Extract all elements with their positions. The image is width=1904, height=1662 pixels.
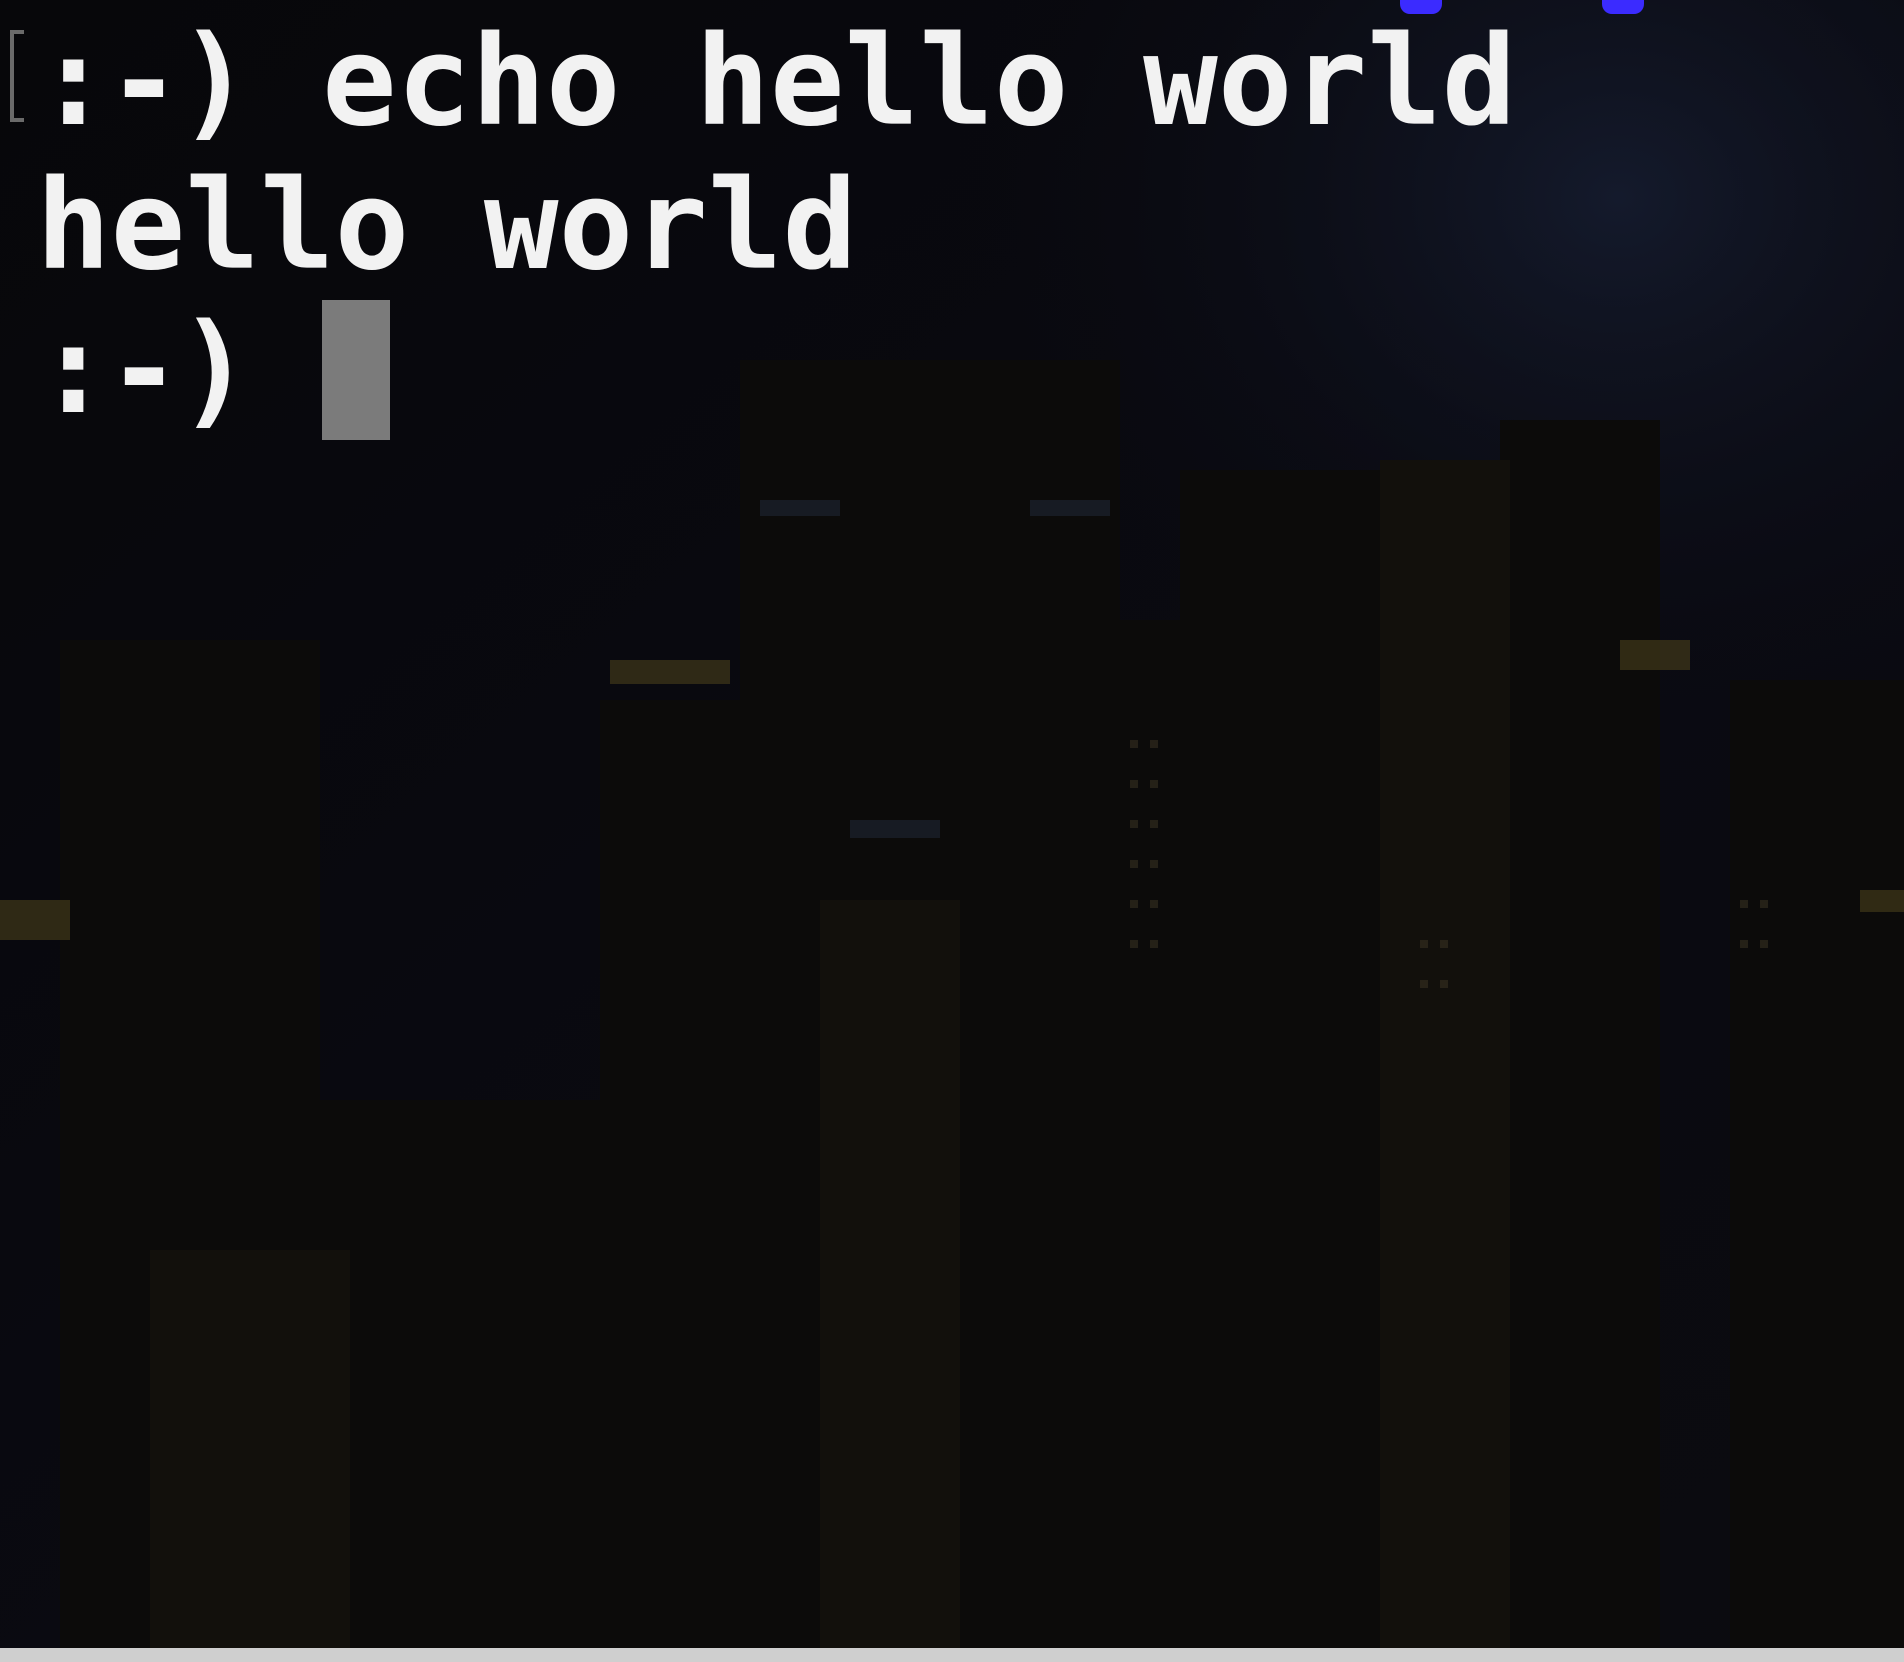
terminal-line: :-) echo hello world [36,10,1516,154]
shell-prompt: :-) [36,10,252,154]
text-cursor [321,300,390,440]
terminal-line: hello world [36,154,857,298]
command-output: hello world [36,154,858,298]
command-text: echo hello world [321,10,1517,154]
window-bottom-edge [0,1648,1904,1662]
terminal-output[interactable]: :-) echo hello world hello world :-) [0,0,1904,720]
terminal-line[interactable]: :-) [36,298,390,442]
terminal-window[interactable]: :-) echo hello world hello world :-) [0,0,1904,1662]
shell-prompt: :-) [36,298,252,442]
